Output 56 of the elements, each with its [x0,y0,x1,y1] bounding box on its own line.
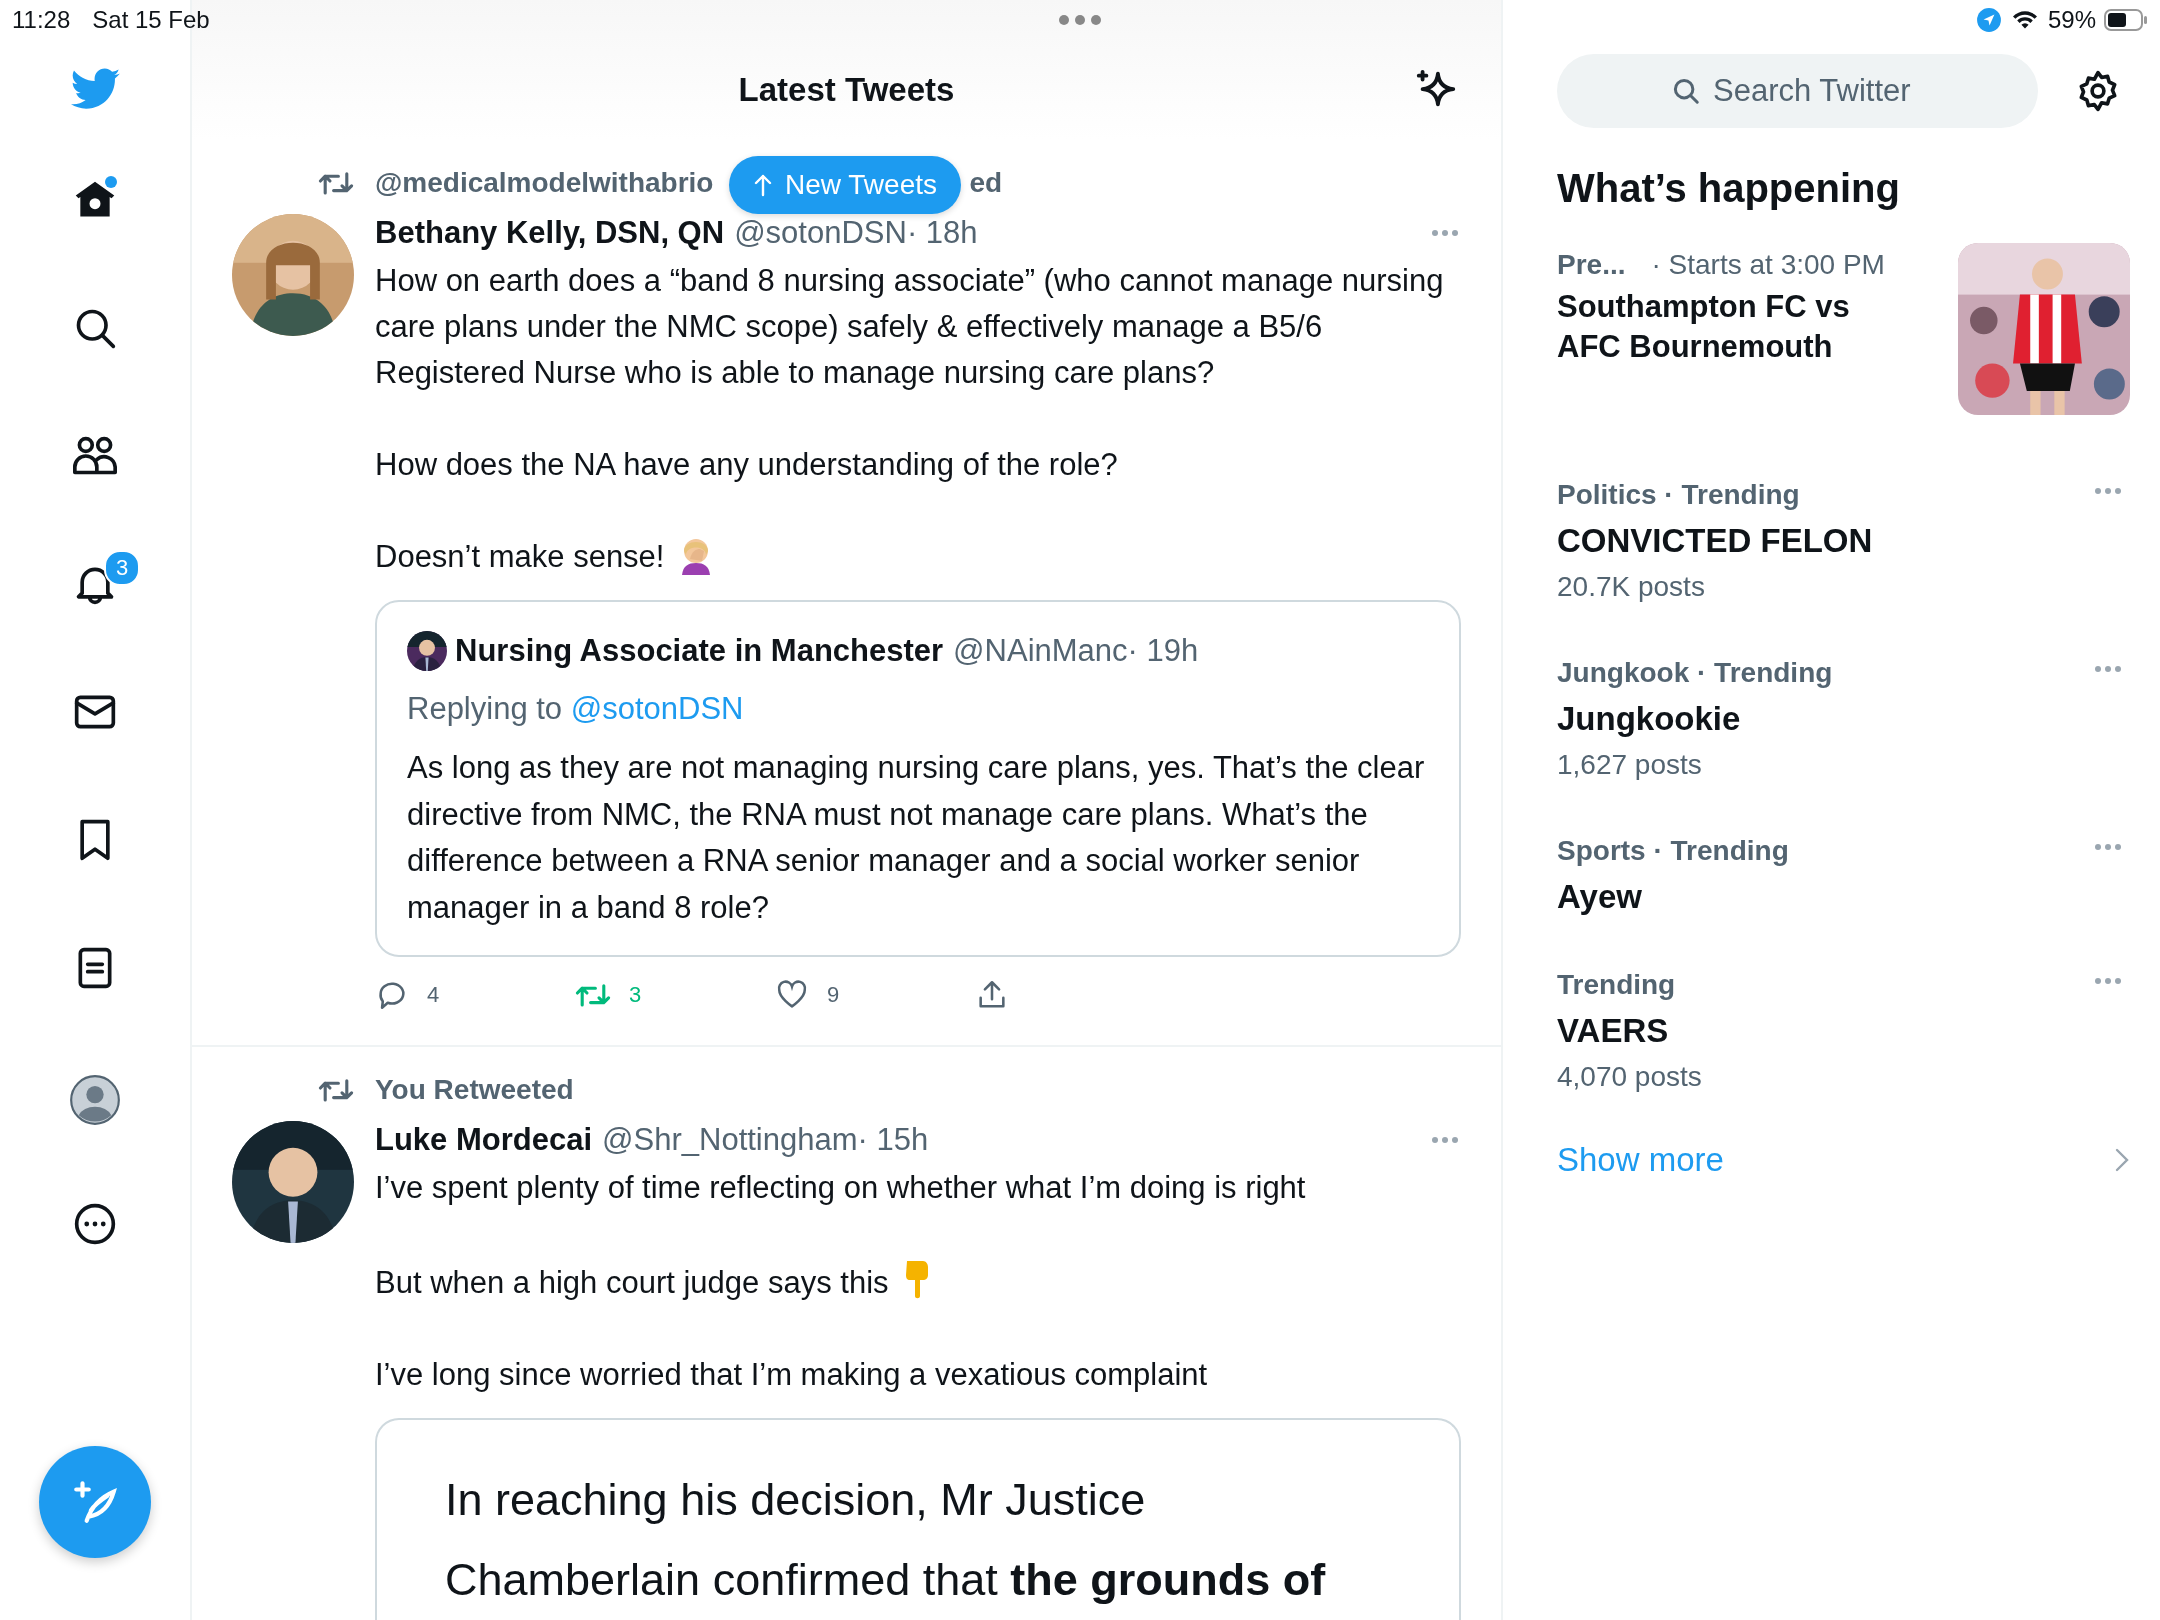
replying-label: Replying to [407,691,563,726]
trend-name[interactable]: Jungkookie [1557,695,1741,743]
event-category: Pre... [1557,248,1626,282]
author-handle: @NAinManc [953,632,1128,670]
section-heading: What’s happening [1557,166,1901,211]
compose-button[interactable] [39,1446,151,1558]
author-name[interactable]: Luke Mordecai [375,1115,593,1165]
author-handle[interactable]: @Shr_Nottingham [602,1115,858,1165]
post-count: 4,070 posts [1557,1060,1702,1094]
post-count: 1,627 posts [1557,748,1702,782]
tweet-text: How on earth does a “band 8 nursing associate” (who cannot manage nursing care plans under the NMC scope) safely & effectively manage a B5/6 Registered Nurse who is able to manage nursing care plans? [375,263,1444,390]
location-icon [1975,7,2002,33]
event-time: · Starts at 3:00 PM [1651,248,1885,282]
search-icon [1671,76,1701,106]
status-date: Sat 15 Feb [92,6,210,34]
trend-category: Trending [1557,968,1676,1002]
trend-category: Jungkook · Trending [1557,656,1833,690]
trend-name[interactable]: VAERS [1557,1007,1669,1055]
tweet-time: · 19h [1127,632,1199,670]
action-count: 3 [629,982,642,1008]
tweet-text: How does the NA have any understanding of the role? [375,447,1118,482]
tweet-text: I’ve spent plenty of time reflecting on whether what I’m doing is right [375,1170,1306,1205]
arrow-up-icon [753,173,773,197]
multitasking-icon[interactable] [1058,14,1102,26]
retweet-context: ed [969,166,1003,200]
notification-count: 3 [104,550,140,586]
post-count: 20.7K posts [1557,570,1705,604]
quoted-text: As long as they are not managing nursing care plans, yes. That’s the clear directive from NMC, the RNA must not manage care plans. What’s the difference between a RNA senior manager and a social worker senior manager in a band 8 role? [407,749,1426,927]
quoted-tweet[interactable] [375,600,1461,957]
trend-category: Politics · Trending [1557,478,1800,512]
tweet-text: But when a high court judge says this [375,1265,889,1300]
trend-category: Sports · Trending [1557,834,1789,868]
bird-logo-icon[interactable] [69,68,121,112]
battery-percent: 59% [2047,6,2096,34]
document-text: In reaching his decision, Mr Justice [445,1473,1147,1527]
document-text: Chamberlain confirmed that the grounds of [445,1553,1327,1607]
trend-name[interactable]: Ayew [1557,873,1642,921]
tweet-text: I’ve long since worried that I’m making a vexatious complaint [375,1357,1208,1392]
quoted-document[interactable]: In reaching his decision, Mr Justice Chamberlain confirmed that the grounds of [375,1418,1461,1620]
retweet-context: @medicalmodelwithabrio [375,166,714,200]
page-title: Latest Tweets [738,71,955,109]
more-icon[interactable] [73,1202,117,1246]
trend-name[interactable]: CONVICTED FELON [1557,517,1873,565]
author-name[interactable]: Bethany Kelly, DSN, QN [375,208,725,258]
action-count: 9 [827,982,840,1008]
tweet-time: · 15h [857,1121,929,1159]
retweet-context: You Retweeted [375,1073,574,1107]
status-time: 11:28 [12,6,71,34]
tweet-text: Doesn’t make sense! [375,539,665,574]
search-field[interactable]: Search Twitter [1557,54,2038,128]
battery-icon [2104,8,2148,32]
author-name: Nursing Associate in Manchester [455,632,944,670]
profile-avatar-icon[interactable] [69,1074,121,1126]
tweet-time: · 18h [906,214,978,252]
action-count: 4 [427,982,440,1008]
event-title[interactable]: Southampton FC vs AFC Bournemouth [1557,287,1897,367]
